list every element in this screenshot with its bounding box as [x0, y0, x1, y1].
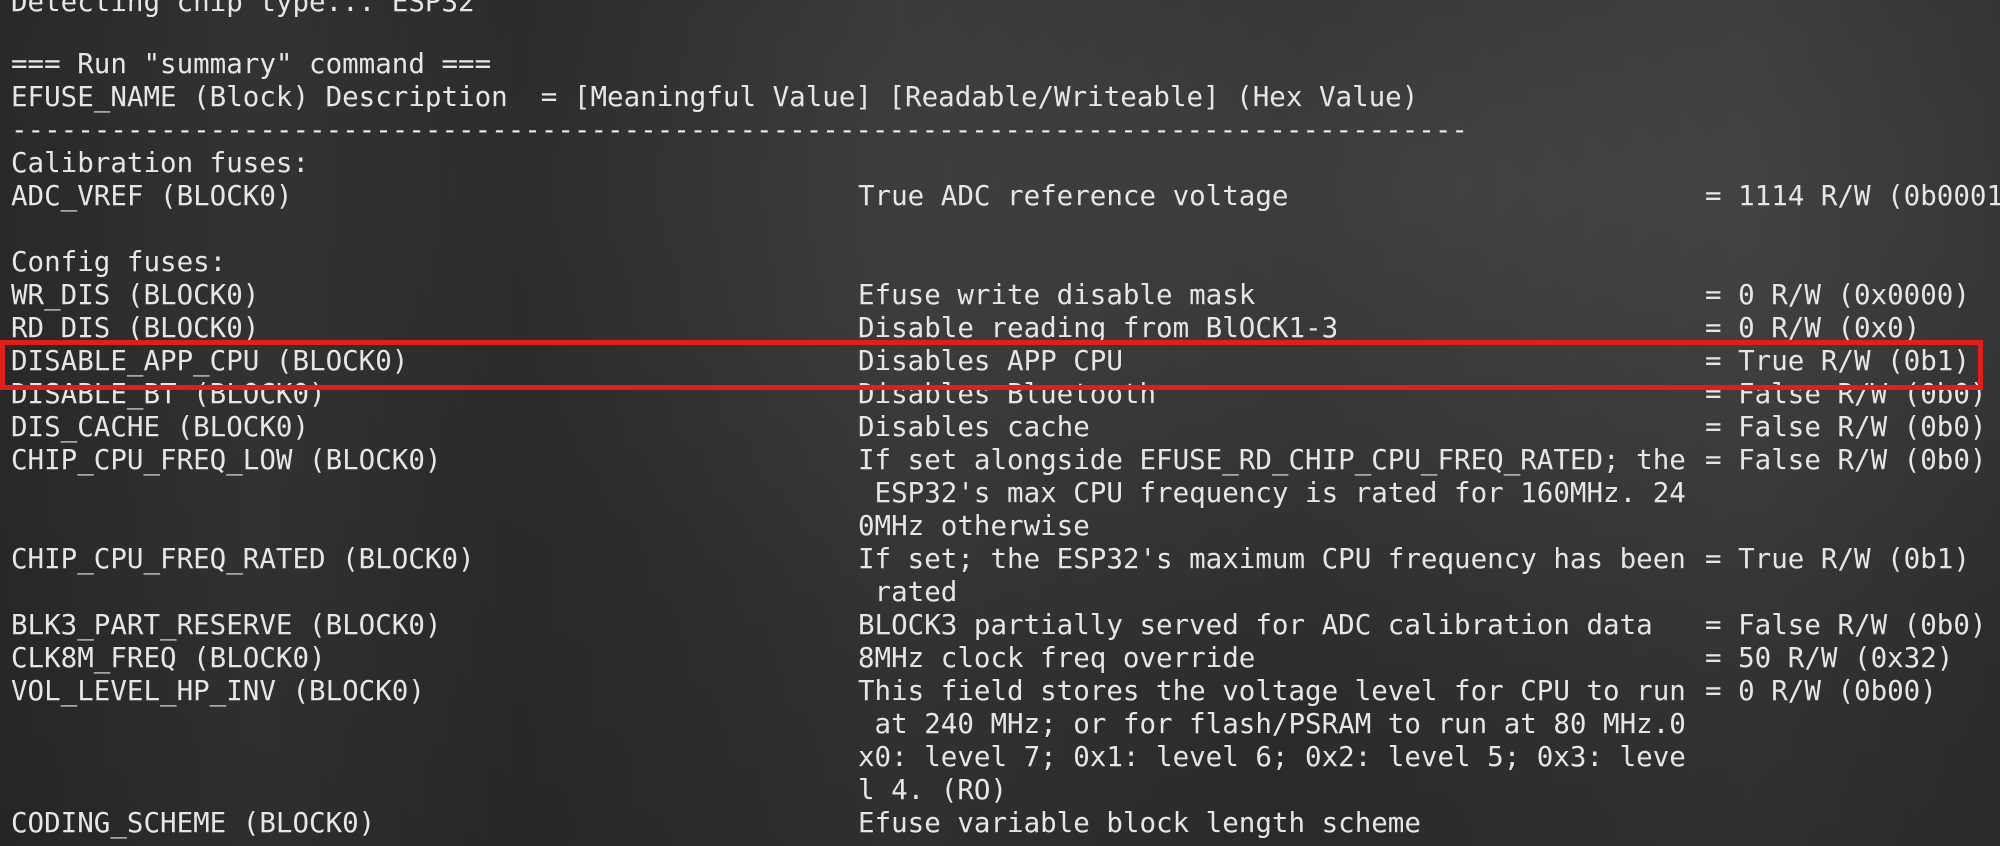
efuse-value: = 1114 R/W (0b00011: [1705, 180, 2000, 212]
efuse-description: x0: level 7; 0x1: level 6; 0x2: level 5;…: [858, 741, 1686, 773]
terminal-line-columns-header: EFUSE_NAME (Block) Description = [Meanin…: [11, 81, 1419, 113]
efuse-value: = False R/W (0b0): [1705, 609, 1987, 641]
efuse-description: ESP32's max CPU frequency is rated for 1…: [858, 477, 1686, 509]
efuse-value: = 0 R/W (0b00): [1705, 675, 1937, 707]
efuse-description: l 4. (RO): [858, 774, 1008, 806]
efuse-value: = 0 R/W (0x0000): [1705, 279, 1970, 311]
efuse-name: WR_DIS (BLOCK0): [11, 279, 260, 311]
efuse-name: BLK3_PART_RESERVE (BLOCK0): [11, 609, 442, 641]
efuse-description: True ADC reference voltage: [858, 180, 1289, 212]
efuse-row-chip-cpu-freq-low: CHIP_CPU_FREQ_LOW (BLOCK0) If set alongs…: [0, 444, 2000, 477]
efuse-description: If set; the ESP32's maximum CPU frequenc…: [858, 543, 1686, 575]
efuse-value: = 50 R/W (0x32): [1705, 642, 1954, 674]
efuse-row-coding-scheme: CODING_SCHEME (BLOCK0) Efuse variable bl…: [0, 807, 2000, 840]
terminal-line-chip-type: Detecting chip type... ESP32: [11, 0, 475, 18]
efuse-row-blk3-part-reserve: BLK3_PART_RESERVE (BLOCK0) BLOCK3 partia…: [0, 609, 2000, 642]
terminal-line-command-header: === Run "summary" command ===: [11, 48, 492, 80]
efuse-row-adc-vref: ADC_VREF (BLOCK0) True ADC reference vol…: [0, 180, 2000, 213]
terminal-window[interactable]: Detecting chip type... ESP32 === Run "su…: [0, 0, 2000, 846]
efuse-name: CODING_SCHEME (BLOCK0): [11, 807, 376, 839]
highlight-annotation-box: [0, 340, 1983, 390]
efuse-row-continuation: l 4. (RO): [0, 774, 2000, 807]
efuse-name: CLK8M_FREQ (BLOCK0): [11, 642, 326, 674]
efuse-name: CHIP_CPU_FREQ_LOW (BLOCK0): [11, 444, 442, 476]
efuse-description: 0MHz otherwise: [858, 510, 1090, 542]
efuse-row-continuation: rated: [0, 576, 2000, 609]
efuse-name: ADC_VREF (BLOCK0): [11, 180, 293, 212]
efuse-row-chip-cpu-freq-rated: CHIP_CPU_FREQ_RATED (BLOCK0) If set; the…: [0, 543, 2000, 576]
efuse-row-continuation: ESP32's max CPU frequency is rated for 1…: [0, 477, 2000, 510]
efuse-row-vol-level-hp-inv: VOL_LEVEL_HP_INV (BLOCK0) This field sto…: [0, 675, 2000, 708]
efuse-description: 8MHz clock freq override: [858, 642, 1256, 674]
efuse-description: Efuse variable block length scheme: [858, 807, 1421, 839]
efuse-row-continuation: 0MHz otherwise: [0, 510, 2000, 543]
efuse-description: This field stores the voltage level for …: [858, 675, 1686, 707]
efuse-name: VOL_LEVEL_HP_INV (BLOCK0): [11, 675, 425, 707]
efuse-value: = False R/W (0b0): [1705, 444, 1987, 476]
efuse-description: BLOCK3 partially served for ADC calibrat…: [858, 609, 1653, 641]
terminal-line-separator: ----------------------------------------…: [11, 114, 1468, 146]
efuse-row-wr-dis: WR_DIS (BLOCK0) Efuse write disable mask…: [0, 279, 2000, 312]
efuse-description: at 240 MHz; or for flash/PSRAM to run at…: [858, 708, 1686, 740]
efuse-description: Disables cache: [858, 411, 1090, 443]
section-label-config: Config fuses:: [11, 246, 227, 278]
efuse-name: CHIP_CPU_FREQ_RATED (BLOCK0): [11, 543, 475, 575]
efuse-row-continuation: x0: level 7; 0x1: level 6; 0x2: level 5;…: [0, 741, 2000, 774]
efuse-row-dis-cache: DIS_CACHE (BLOCK0) Disables cache = Fals…: [0, 411, 2000, 444]
efuse-row-clk8m-freq: CLK8M_FREQ (BLOCK0) 8MHz clock freq over…: [0, 642, 2000, 675]
efuse-description: rated: [858, 576, 958, 608]
efuse-description: Efuse write disable mask: [858, 279, 1256, 311]
efuse-row-continuation: at 240 MHz; or for flash/PSRAM to run at…: [0, 708, 2000, 741]
efuse-name: DIS_CACHE (BLOCK0): [11, 411, 310, 443]
section-label-calibration: Calibration fuses:: [11, 147, 310, 179]
efuse-value: = True R/W (0b1): [1705, 543, 1970, 575]
efuse-value: = False R/W (0b0): [1705, 411, 1987, 443]
efuse-description: If set alongside EFUSE_RD_CHIP_CPU_FREQ_…: [858, 444, 1686, 476]
